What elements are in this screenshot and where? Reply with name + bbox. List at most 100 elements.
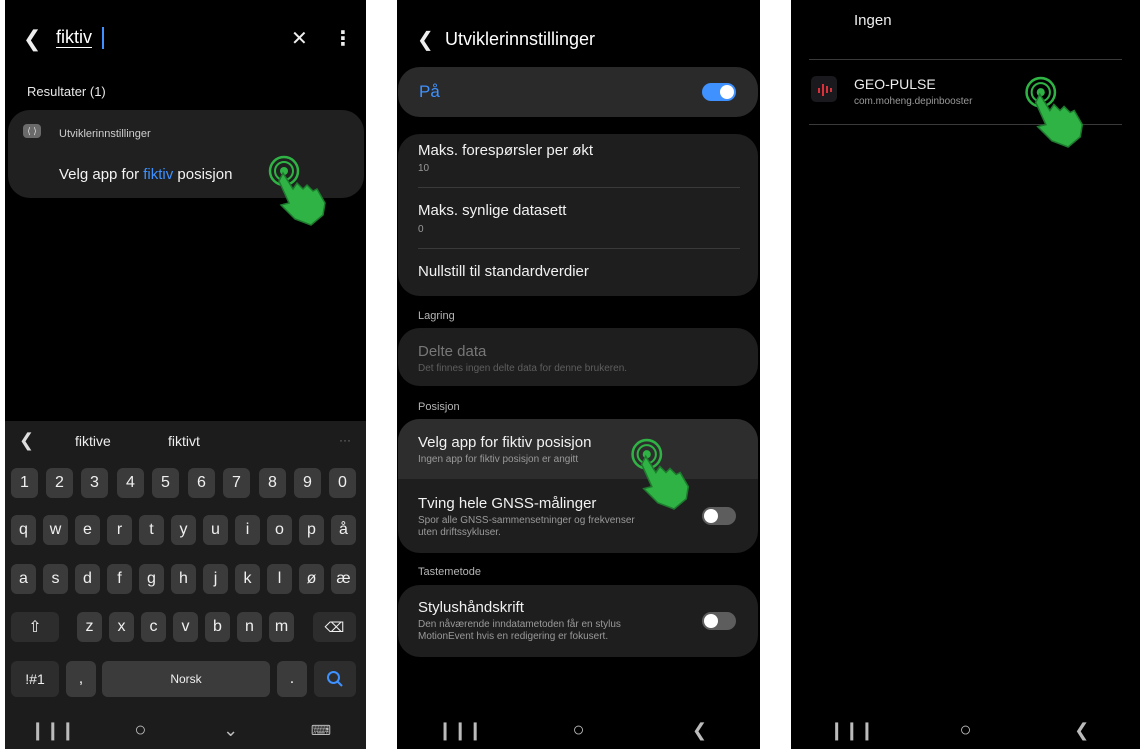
gnss-sub-2: uten driftssykluser. xyxy=(418,527,501,538)
stylus-row[interactable]: Stylushåndskrift Den nåværende inndatame… xyxy=(398,585,758,657)
key-i[interactable]: i xyxy=(235,515,260,545)
key-5[interactable]: 5 xyxy=(152,468,179,498)
suggestion-2[interactable]: fiktivt xyxy=(168,433,200,449)
key-e[interactable]: e xyxy=(75,515,100,545)
app-package: com.moheng.depinbooster xyxy=(854,96,973,107)
master-toggle-row[interactable]: På xyxy=(398,67,758,117)
key-n[interactable]: n xyxy=(237,612,262,642)
search-key[interactable] xyxy=(314,661,356,697)
nav-bar: ❙❙❙ ○ ❮ xyxy=(397,711,760,749)
key-y[interactable]: y xyxy=(171,515,196,545)
key-z[interactable]: z xyxy=(77,612,102,642)
tap-hand-icon xyxy=(631,438,690,510)
tap-hand-icon xyxy=(1025,76,1084,148)
master-toggle-label: På xyxy=(419,82,440,101)
key-1[interactable]: 1 xyxy=(11,468,38,498)
more-options-icon[interactable]: ⋮ xyxy=(333,26,353,51)
stylus-toggle[interactable] xyxy=(702,612,736,630)
home-icon[interactable]: ○ xyxy=(120,719,160,742)
recent-apps-icon[interactable]: ❙❙❙ xyxy=(30,720,75,741)
key-9[interactable]: 9 xyxy=(294,468,321,498)
max-requests-title: Maks. forespørsler per økt xyxy=(418,142,594,159)
mock-location-row[interactable]: Velg app for fiktiv posisjon Ingen app f… xyxy=(398,419,758,479)
key-c[interactable]: c xyxy=(141,612,166,642)
suggestion-1[interactable]: fiktive xyxy=(75,433,111,449)
key-a[interactable]: a xyxy=(11,564,36,594)
space-key[interactable]: Norsk xyxy=(102,661,270,697)
key-s[interactable]: s xyxy=(43,564,68,594)
period-key[interactable]: . xyxy=(277,661,307,697)
key-q[interactable]: q xyxy=(11,515,36,545)
key-w[interactable]: w xyxy=(43,515,68,545)
keyboard-icon[interactable]: ⌨ xyxy=(301,722,341,739)
gnss-toggle[interactable] xyxy=(702,507,736,525)
none-option-row[interactable]: Ingen xyxy=(791,0,1140,58)
developer-options-screen: ❮ Utviklerinnstillinger På Maks. forespø… xyxy=(397,0,760,749)
max-datasets-row[interactable]: Maks. synlige datasett 0 xyxy=(398,188,758,248)
key-4[interactable]: 4 xyxy=(117,468,144,498)
key-oe[interactable]: ø xyxy=(299,564,324,594)
key-p[interactable]: p xyxy=(299,515,324,545)
page-title: Utviklerinnstillinger xyxy=(445,29,596,49)
key-k[interactable]: k xyxy=(235,564,260,594)
key-6[interactable]: 6 xyxy=(188,468,215,498)
symbols-key[interactable]: !#1 xyxy=(11,661,59,697)
key-ae[interactable]: æ xyxy=(331,564,356,594)
key-j[interactable]: j xyxy=(203,564,228,594)
shared-data-title: Delte data xyxy=(418,343,487,360)
home-icon[interactable]: ○ xyxy=(945,719,985,742)
key-f[interactable]: f xyxy=(107,564,132,594)
suggestions-back-icon[interactable]: ❮ xyxy=(19,430,34,451)
recent-apps-icon[interactable]: ❙❙❙ xyxy=(438,720,483,741)
section-storage: Lagring xyxy=(418,310,455,322)
key-2[interactable]: 2 xyxy=(46,468,73,498)
home-icon[interactable]: ○ xyxy=(559,719,599,742)
key-l[interactable]: l xyxy=(267,564,292,594)
gnss-title: Tving hele GNSS-målinger xyxy=(418,495,597,512)
recent-apps-icon[interactable]: ❙❙❙ xyxy=(829,720,874,741)
result-title-highlight: fiktiv xyxy=(143,166,174,183)
results-count: Resultater (1) xyxy=(27,84,106,99)
search-input[interactable]: fiktiv xyxy=(56,27,92,48)
stylus-sub-2: MotionEvent hvis en redigering er fokuse… xyxy=(418,631,609,642)
back-arrow-icon[interactable]: ❮ xyxy=(23,26,41,52)
more-suggestions-icon[interactable]: ··· xyxy=(339,433,351,447)
clear-search-icon[interactable]: ✕ xyxy=(291,26,308,51)
key-r[interactable]: r xyxy=(107,515,132,545)
keyboard: ❮ fiktive fiktivt ··· 1 2 3 4 5 6 7 8 9 … xyxy=(5,421,366,749)
key-d[interactable]: d xyxy=(75,564,100,594)
mock-location-title: Velg app for fiktiv posisjon xyxy=(418,434,592,451)
key-3[interactable]: 3 xyxy=(81,468,108,498)
key-g[interactable]: g xyxy=(139,564,164,594)
key-b[interactable]: b xyxy=(205,612,230,642)
shift-key[interactable]: ⇧ xyxy=(11,612,59,642)
reset-defaults-row[interactable]: Nullstill til standardverdier xyxy=(398,249,758,295)
key-0[interactable]: 0 xyxy=(329,468,356,498)
key-u[interactable]: u xyxy=(203,515,228,545)
key-t[interactable]: t xyxy=(139,515,164,545)
settings-category-icon: ⟨ ⟩ xyxy=(23,124,41,138)
key-v[interactable]: v xyxy=(173,612,198,642)
key-x[interactable]: x xyxy=(109,612,134,642)
back-arrow-icon[interactable]: ❮ xyxy=(417,27,434,52)
geo-pulse-app-icon xyxy=(811,76,837,102)
section-input: Tastemetode xyxy=(418,566,481,578)
none-option-label: Ingen xyxy=(854,12,892,29)
key-o[interactable]: o xyxy=(267,515,292,545)
key-h[interactable]: h xyxy=(171,564,196,594)
search-icon xyxy=(327,671,343,687)
key-7[interactable]: 7 xyxy=(223,468,250,498)
hide-keyboard-icon[interactable]: ⌄ xyxy=(211,720,251,741)
key-m[interactable]: m xyxy=(269,612,294,642)
gnss-row[interactable]: Tving hele GNSS-målinger Spor alle GNSS-… xyxy=(398,481,758,553)
comma-key[interactable]: , xyxy=(66,661,96,697)
master-toggle[interactable] xyxy=(702,83,736,101)
max-requests-row[interactable]: Maks. forespørsler per økt 10 xyxy=(398,134,758,186)
key-8[interactable]: 8 xyxy=(259,468,286,498)
back-nav-icon[interactable]: ❮ xyxy=(680,720,720,741)
result-title-prefix: Velg app for xyxy=(59,166,144,183)
back-nav-icon[interactable]: ❮ xyxy=(1062,720,1102,741)
search-screen: ❮ fiktiv ✕ ⋮ Resultater (1) ⟨ ⟩ Utvikler… xyxy=(5,0,366,749)
backspace-key[interactable]: ⌫ xyxy=(313,612,356,642)
key-aa[interactable]: å xyxy=(331,515,356,545)
